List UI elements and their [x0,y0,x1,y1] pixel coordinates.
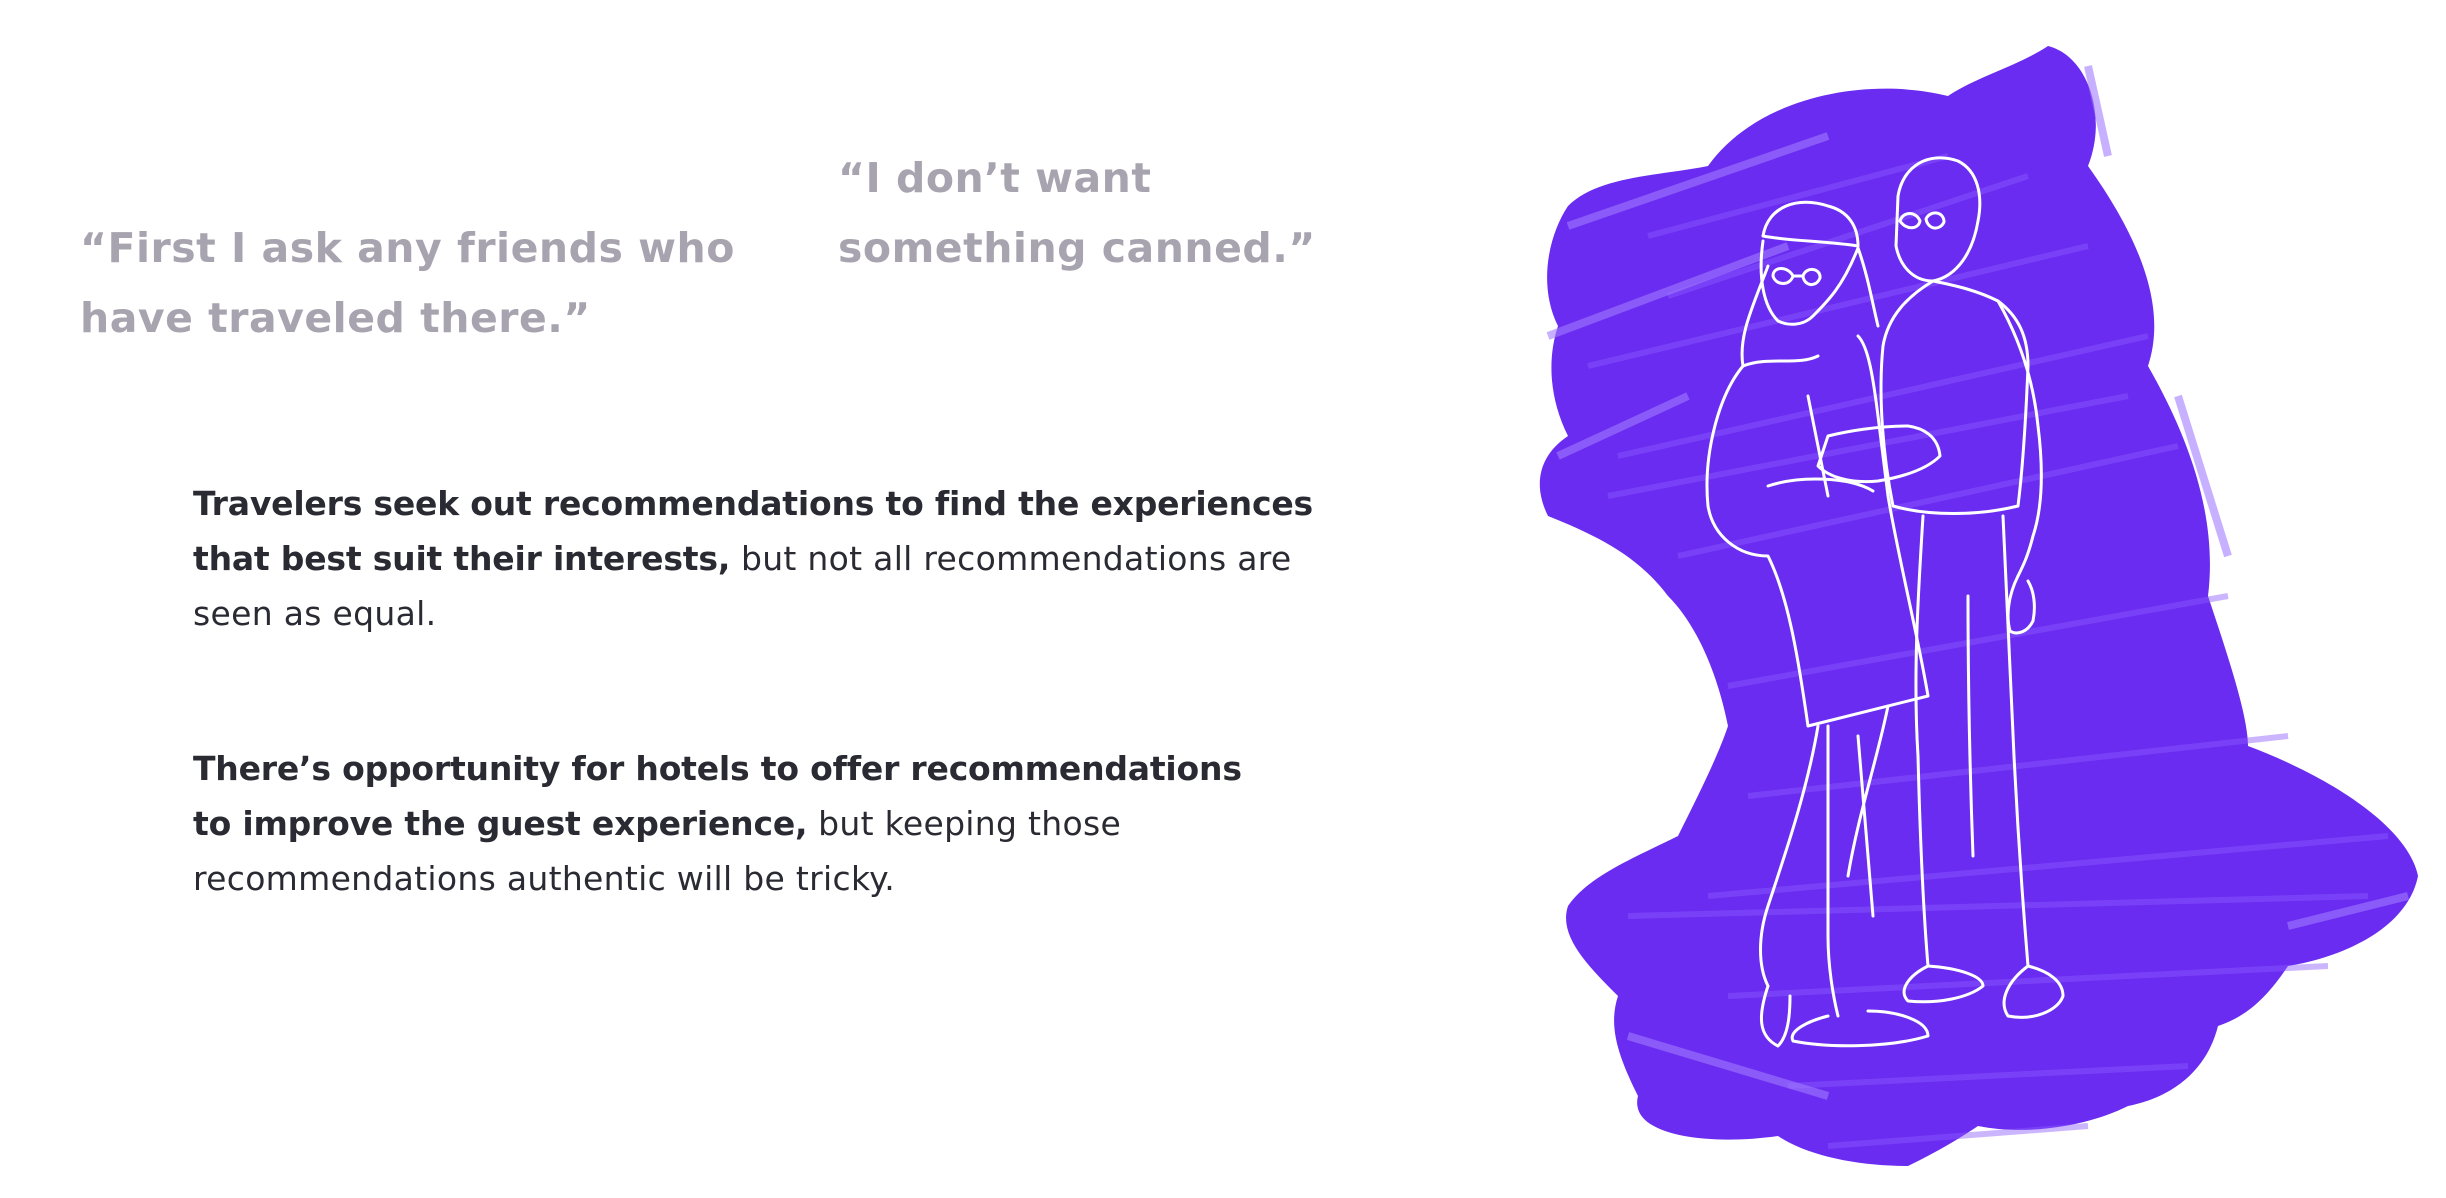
finding-recommendations-line-1: Travelers seek out recommendations to fi… [193,484,1313,523]
finding-opportunity-continuation: but keeping those [807,804,1122,843]
finding-recommendations: Travelers seek out recommendations to fi… [193,476,1313,641]
finding-recommendations-emphasis: that best suit their interests, [193,539,731,578]
finding-recommendations-continuation: but not all recommendations are [730,539,1292,578]
finding-opportunity-line-1: There’s opportunity for hotels to offer … [193,749,1242,788]
finding-opportunity-emphasis: to improve the guest experience, [193,804,808,843]
quote-canned: “I don’t want something canned.” [838,143,1316,283]
finding-opportunity: There’s opportunity for hotels to offer … [193,741,1242,906]
quote-canned-line-1: “I don’t want [838,154,1152,202]
quote-friends-line-1: “First I ask any friends who [80,224,735,272]
finding-recommendations-line-2: that best suit their interests, but not … [193,531,1291,586]
finding-opportunity-line-2: to improve the guest experience, but kee… [193,796,1233,851]
finding-recommendations-line-3: seen as equal. [193,594,437,633]
quote-canned-line-2: something canned.” [838,224,1316,272]
couple-illustration [1539,46,2418,1166]
quote-friends-line-2: have traveled there.” [80,294,591,342]
quote-friends: “First I ask any friends who have travel… [80,213,735,353]
finding-opportunity-line-3: recommendations authentic will be tricky… [193,859,896,898]
